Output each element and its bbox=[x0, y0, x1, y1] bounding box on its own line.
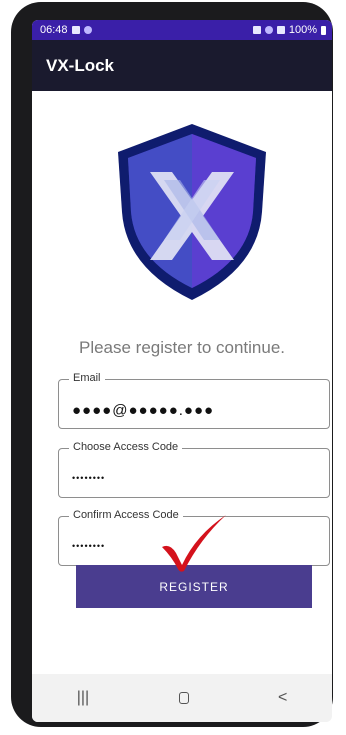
app-title: VX-Lock bbox=[46, 55, 115, 75]
register-prompt: Please register to continue. bbox=[78, 338, 285, 357]
home-button-icon[interactable] bbox=[178, 692, 189, 704]
status-right: 100% bbox=[252, 24, 326, 36]
access-code-label: Choose Access Code bbox=[69, 441, 183, 453]
system-nav-bar: ||| < bbox=[32, 674, 332, 722]
recents-button[interactable]: ||| bbox=[77, 689, 89, 707]
vx-shield-logo-icon bbox=[118, 124, 266, 300]
signal-icon bbox=[276, 26, 285, 34]
phone-frame: 06:48 100% VX-Lock Please register to co… bbox=[11, 2, 333, 727]
back-button[interactable]: < bbox=[278, 689, 287, 707]
alarm-icon bbox=[252, 26, 261, 34]
register-screen: Please register to continue. Email ●●●●@… bbox=[32, 91, 332, 674]
status-bar: 06:48 100% bbox=[32, 20, 332, 40]
screen: 06:48 100% VX-Lock Please register to co… bbox=[32, 20, 332, 722]
confirm-code-value: •••••••• bbox=[72, 541, 106, 551]
wifi-icon bbox=[264, 26, 273, 34]
gallery-notification-icon bbox=[71, 26, 80, 34]
battery-icon bbox=[321, 25, 326, 35]
access-code-value: •••••••• bbox=[72, 473, 106, 483]
email-value: ●●●●@●●●●●.●●● bbox=[72, 402, 215, 419]
email-label: Email bbox=[69, 372, 105, 384]
app-bar: VX-Lock bbox=[32, 40, 332, 91]
access-code-field[interactable]: Choose Access Code •••••••• bbox=[58, 441, 330, 498]
red-checkmark-icon bbox=[162, 515, 226, 572]
email-field[interactable]: Email ●●●●@●●●●●.●●● bbox=[58, 372, 330, 429]
status-left: 06:48 bbox=[40, 24, 92, 36]
battery-percent: 100% bbox=[288, 24, 317, 36]
register-button-label: REGISTER bbox=[159, 579, 229, 594]
app-notification-icon bbox=[83, 26, 92, 34]
status-time: 06:48 bbox=[40, 24, 68, 36]
